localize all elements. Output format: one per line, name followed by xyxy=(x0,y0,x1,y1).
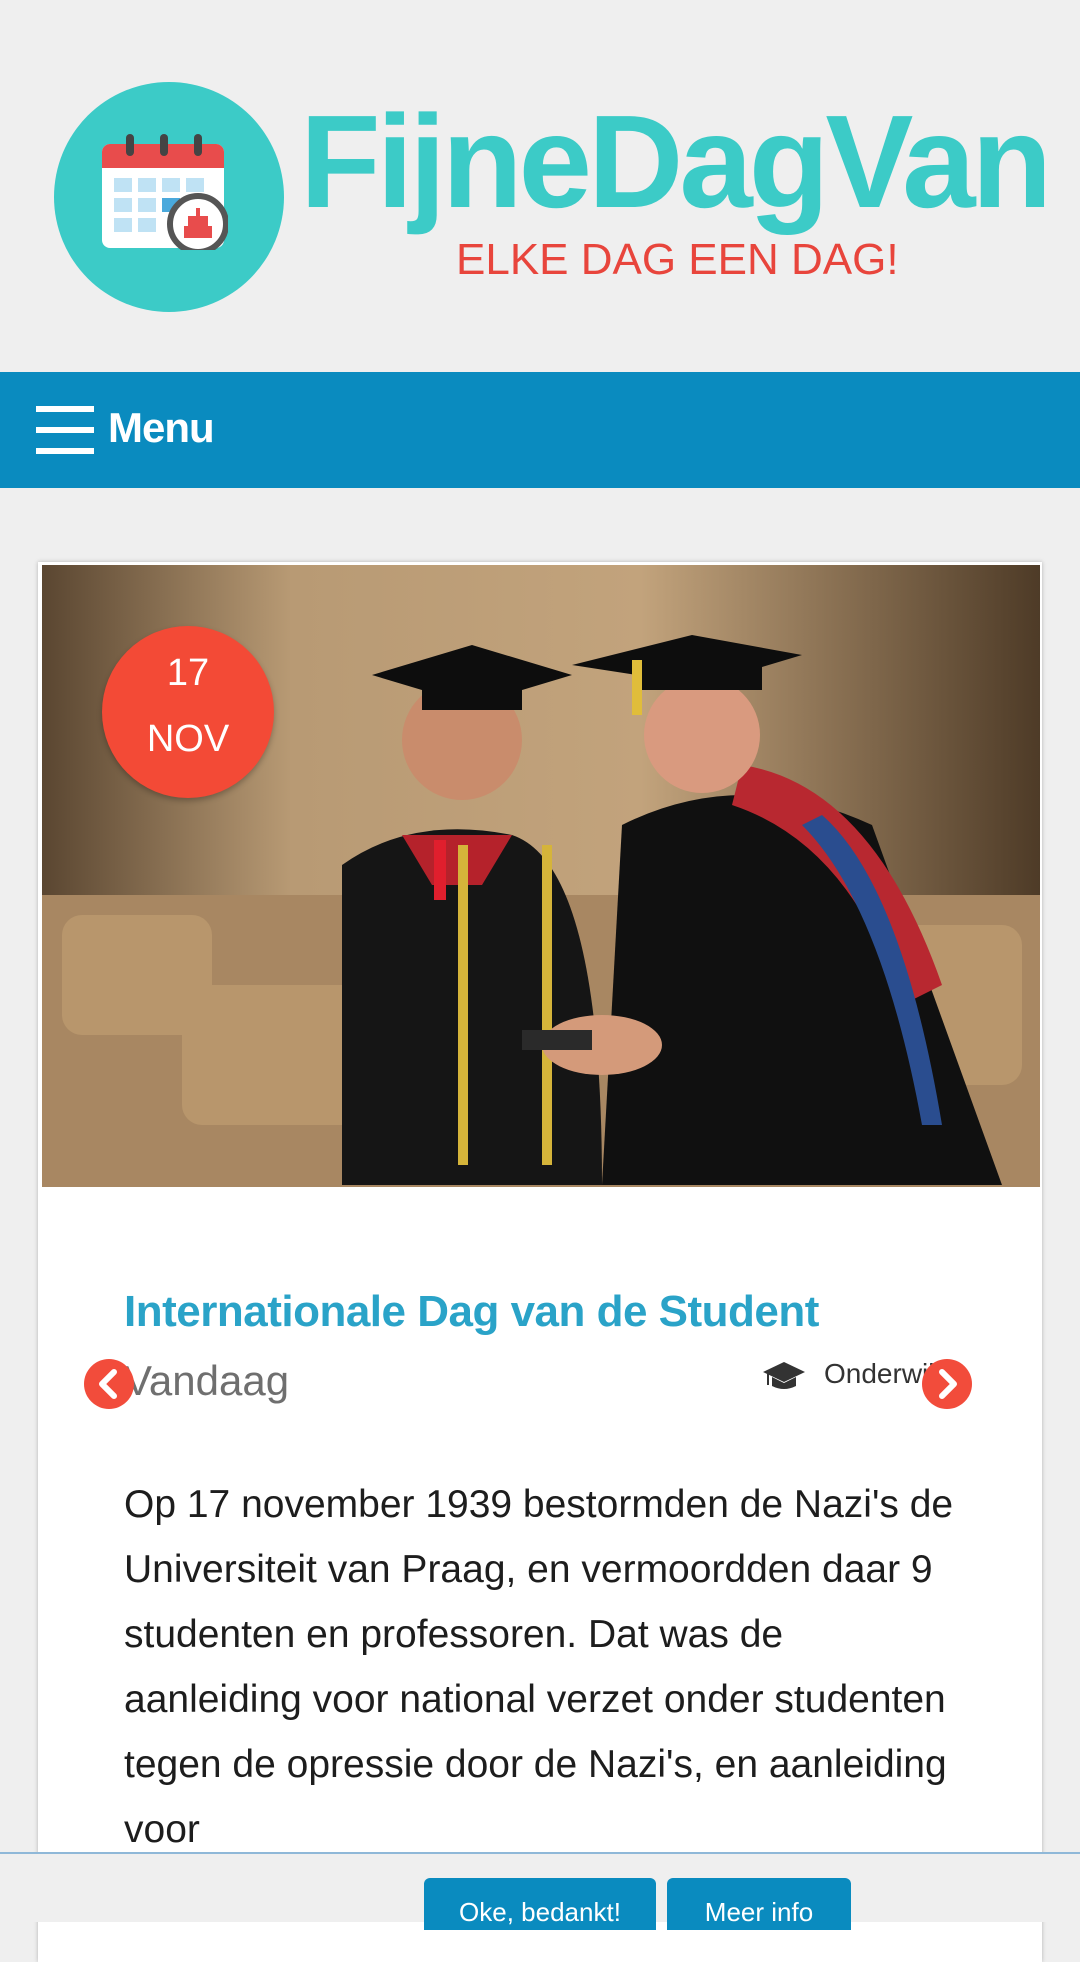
article-title[interactable]: Internationale Dag van de Student xyxy=(124,1287,819,1337)
menu-button[interactable]: Menu xyxy=(108,404,215,452)
hamburger-icon[interactable] xyxy=(36,406,94,454)
cookie-more-info-button[interactable]: Meer info xyxy=(667,1878,851,1930)
date-day: 17 xyxy=(166,652,210,694)
chevron-right-icon xyxy=(939,1369,957,1399)
next-day-button[interactable] xyxy=(922,1359,972,1409)
brand-tagline: ELKE DAG EEN DAG! xyxy=(456,235,899,284)
article-body: Op 17 november 1939 bestormden de Nazi's… xyxy=(124,1483,954,1851)
brand-title: FijneDagVan xyxy=(300,88,1052,235)
cookie-accept-button[interactable]: Oke, bedankt! xyxy=(424,1878,656,1930)
site-header: FijneDagVan ELKE DAG EEN DAG! xyxy=(0,0,1080,372)
prev-day-button[interactable] xyxy=(84,1359,134,1409)
site-logo[interactable]: FijneDagVan ELKE DAG EEN DAG! xyxy=(0,0,1080,372)
graduation-cap-icon xyxy=(763,1362,805,1389)
date-badge: 17 NOV xyxy=(102,626,274,798)
article-when: Vandaag xyxy=(124,1357,290,1404)
chevron-left-icon xyxy=(99,1369,117,1399)
date-month: NOV xyxy=(146,718,230,760)
calendar-cake-icon xyxy=(102,134,228,250)
